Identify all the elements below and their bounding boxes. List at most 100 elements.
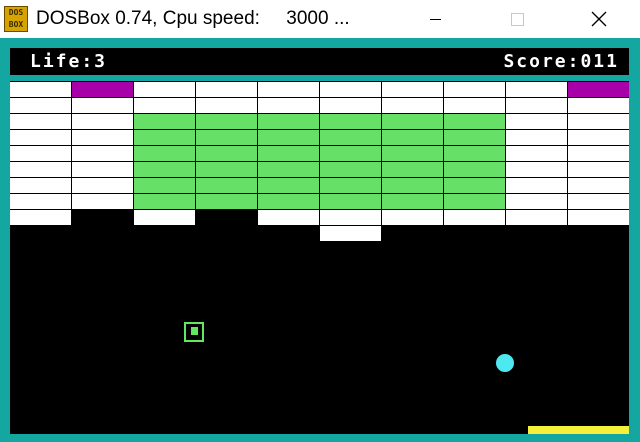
brick-white <box>506 178 567 193</box>
brick-magenta <box>72 82 133 97</box>
brick-white <box>258 98 319 113</box>
brick-white <box>72 146 133 161</box>
brick-green <box>258 194 319 209</box>
brick-white <box>382 82 443 97</box>
game-screen[interactable]: Life:3 Score:011 <box>10 48 629 434</box>
title-bar[interactable]: DOS BOX DOSBox 0.74, Cpu speed: 3000 ... <box>0 0 640 38</box>
brick-white <box>382 98 443 113</box>
minimize-icon <box>429 18 441 20</box>
brick-white <box>72 162 133 177</box>
brick-white <box>568 130 629 145</box>
brick-white <box>10 146 71 161</box>
brick-green <box>382 162 443 177</box>
brick-white <box>568 194 629 209</box>
brick-white <box>72 178 133 193</box>
brick-white <box>320 98 381 113</box>
dosbox-window: DOS BOX DOSBox 0.74, Cpu speed: 3000 ...… <box>0 0 640 442</box>
brick-white <box>506 210 567 225</box>
brick-green <box>134 178 195 193</box>
brick-white <box>568 114 629 129</box>
brick-green <box>444 130 505 145</box>
brick-green <box>258 162 319 177</box>
brick-white <box>258 210 319 225</box>
brick-green <box>382 194 443 209</box>
brick-white <box>320 210 381 225</box>
maximize-icon <box>510 12 524 26</box>
brick-green <box>320 114 381 129</box>
brick-green <box>196 114 257 129</box>
brick-green <box>134 130 195 145</box>
brick-green <box>196 146 257 161</box>
brick-white <box>72 194 133 209</box>
brick-green <box>196 130 257 145</box>
brick-green <box>444 178 505 193</box>
brick-green <box>196 194 257 209</box>
ball <box>496 354 514 372</box>
icon-text-top: DOS <box>8 8 24 17</box>
brick-white <box>506 82 567 97</box>
brick-white <box>10 114 71 129</box>
brick-white <box>506 162 567 177</box>
brick-white <box>506 114 567 129</box>
brick-white <box>568 98 629 113</box>
brick-white <box>196 82 257 97</box>
close-button[interactable] <box>576 0 622 38</box>
brick-white <box>320 226 381 241</box>
brick-white <box>506 194 567 209</box>
brick-white <box>134 82 195 97</box>
brick-white <box>568 210 629 225</box>
window-title: DOSBox 0.74, Cpu speed: 3000 ... <box>36 8 350 29</box>
brick-green <box>320 194 381 209</box>
brick-green <box>134 162 195 177</box>
brick-green <box>320 130 381 145</box>
brick-white <box>382 210 443 225</box>
brick-green <box>258 178 319 193</box>
brick-green <box>444 114 505 129</box>
brick-green <box>258 114 319 129</box>
icon-text-bottom: BOX <box>8 20 24 29</box>
brick-green <box>320 146 381 161</box>
brick-white <box>72 130 133 145</box>
brick-green <box>320 162 381 177</box>
maximize-button[interactable] <box>494 0 540 38</box>
brick-white <box>134 98 195 113</box>
brick-white <box>72 98 133 113</box>
brick-green <box>382 130 443 145</box>
brick-white <box>10 194 71 209</box>
brick-white <box>10 178 71 193</box>
brick-white <box>568 178 629 193</box>
brick-white <box>10 210 71 225</box>
brick-white <box>506 130 567 145</box>
brick-green <box>134 146 195 161</box>
brick-green <box>382 114 443 129</box>
brick-white <box>72 114 133 129</box>
brick-green <box>382 178 443 193</box>
powerup-glyph <box>191 327 198 335</box>
brick-white <box>320 82 381 97</box>
brick-magenta <box>568 82 629 97</box>
brick-white <box>10 130 71 145</box>
brick-wall <box>10 48 629 434</box>
dosbox-app-icon[interactable]: DOS BOX <box>4 6 28 32</box>
close-icon <box>591 11 607 27</box>
brick-white <box>568 162 629 177</box>
brick-white <box>10 82 71 97</box>
brick-white <box>506 146 567 161</box>
brick-green <box>258 130 319 145</box>
paddle <box>528 426 629 434</box>
brick-white <box>444 210 505 225</box>
brick-white <box>258 82 319 97</box>
brick-white <box>196 98 257 113</box>
brick-green <box>444 162 505 177</box>
brick-green <box>258 146 319 161</box>
falling-powerup <box>184 322 204 342</box>
minimize-button[interactable] <box>412 0 458 38</box>
brick-green <box>196 162 257 177</box>
brick-green <box>320 178 381 193</box>
brick-green <box>196 178 257 193</box>
brick-white <box>10 98 71 113</box>
brick-white <box>10 162 71 177</box>
brick-white <box>568 146 629 161</box>
brick-green <box>382 146 443 161</box>
brick-green <box>444 194 505 209</box>
